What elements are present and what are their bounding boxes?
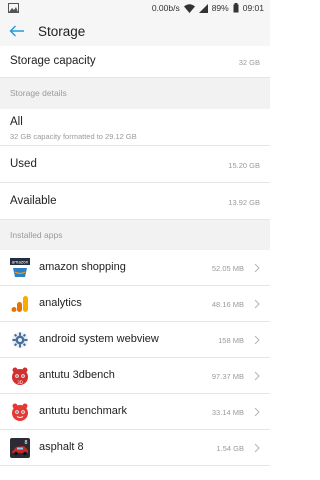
app-row-analytics[interactable]: analytics 48.16 MB	[0, 286, 270, 322]
storage-available-label: Available	[10, 195, 57, 207]
storage-all-subtitle: 32 GB capacity formatted to 29.12 GB	[10, 132, 137, 141]
storage-all-label: All	[10, 116, 23, 128]
chevron-right-icon	[254, 371, 260, 381]
asphalt-icon: 8	[10, 438, 30, 458]
webview-gear-icon	[10, 330, 30, 350]
app-header: Storage	[0, 16, 270, 46]
clock: 09:01	[242, 3, 264, 13]
app-name: android system webview	[39, 333, 159, 345]
storage-details-heading: Storage details	[10, 88, 67, 98]
app-row-amazon-shopping[interactable]: amazon amazon shopping 52.05 MB	[0, 250, 270, 286]
app-name: analytics	[39, 297, 82, 309]
storage-available-row: Available 13.92 GB	[0, 183, 270, 220]
installed-apps-heading: Installed apps	[10, 230, 63, 240]
chevron-right-icon	[254, 335, 260, 345]
wifi-icon	[183, 3, 195, 13]
app-row-asphalt-8[interactable]: 8 asphalt 8 1.54 GB	[0, 430, 270, 466]
chevron-right-icon	[254, 263, 260, 273]
app-size: 1.54 GB	[216, 444, 244, 453]
storage-capacity-row: Storage capacity 32 GB	[0, 46, 270, 78]
app-name: antutu 3dbench	[39, 369, 115, 381]
app-size: 97.37 MB	[211, 372, 244, 381]
app-size: 33.14 MB	[211, 408, 244, 417]
back-arrow-icon	[9, 25, 24, 37]
storage-capacity-label: Storage capacity	[10, 55, 96, 67]
svg-text:amazon: amazon	[12, 260, 29, 265]
storage-used-value: 15.20 GB	[228, 161, 260, 170]
antutu-benchmark-icon	[10, 402, 30, 422]
app-row-antutu-3dbench[interactable]: 3D antutu 3dbench 97.37 MB	[0, 358, 270, 394]
storage-used-row: Used 15.20 GB	[0, 146, 270, 183]
amazon-icon: amazon	[10, 258, 30, 278]
app-size: 48.16 MB	[211, 300, 244, 309]
app-row-antutu-benchmark[interactable]: antutu benchmark 33.14 MB	[0, 394, 270, 430]
storage-used-label: Used	[10, 158, 37, 170]
chevron-right-icon	[254, 407, 260, 417]
signal-icon	[198, 3, 208, 13]
page-title: Storage	[38, 23, 86, 39]
storage-capacity-value: 32 GB	[238, 58, 260, 67]
storage-details-section-header: Storage details	[0, 78, 270, 109]
battery-percent: 89%	[211, 3, 229, 13]
storage-all-row: All 32 GB capacity formatted to 29.12 GB	[0, 109, 270, 146]
app-name: amazon shopping	[39, 261, 126, 273]
app-size: 158 MB	[218, 336, 244, 345]
battery-icon	[233, 3, 239, 13]
analytics-icon	[10, 294, 30, 314]
chevron-right-icon	[254, 299, 260, 309]
svg-text:3D: 3D	[17, 380, 23, 385]
app-name: asphalt 8	[39, 441, 84, 453]
gallery-notification-icon	[8, 3, 19, 13]
chevron-right-icon	[254, 443, 260, 453]
app-name: antutu benchmark	[39, 405, 128, 417]
svg-text:8: 8	[24, 440, 27, 446]
status-bar: 0.00b/s 89% 09:01	[0, 0, 270, 16]
app-size: 52.05 MB	[211, 264, 244, 273]
app-row-android-system-webview[interactable]: android system webview 158 MB	[0, 322, 270, 358]
antutu-3dbench-icon: 3D	[10, 366, 30, 386]
storage-available-value: 13.92 GB	[228, 198, 260, 207]
installed-apps-section-header: Installed apps	[0, 220, 270, 250]
network-speed: 0.00b/s	[151, 3, 180, 13]
back-button[interactable]	[0, 16, 34, 46]
